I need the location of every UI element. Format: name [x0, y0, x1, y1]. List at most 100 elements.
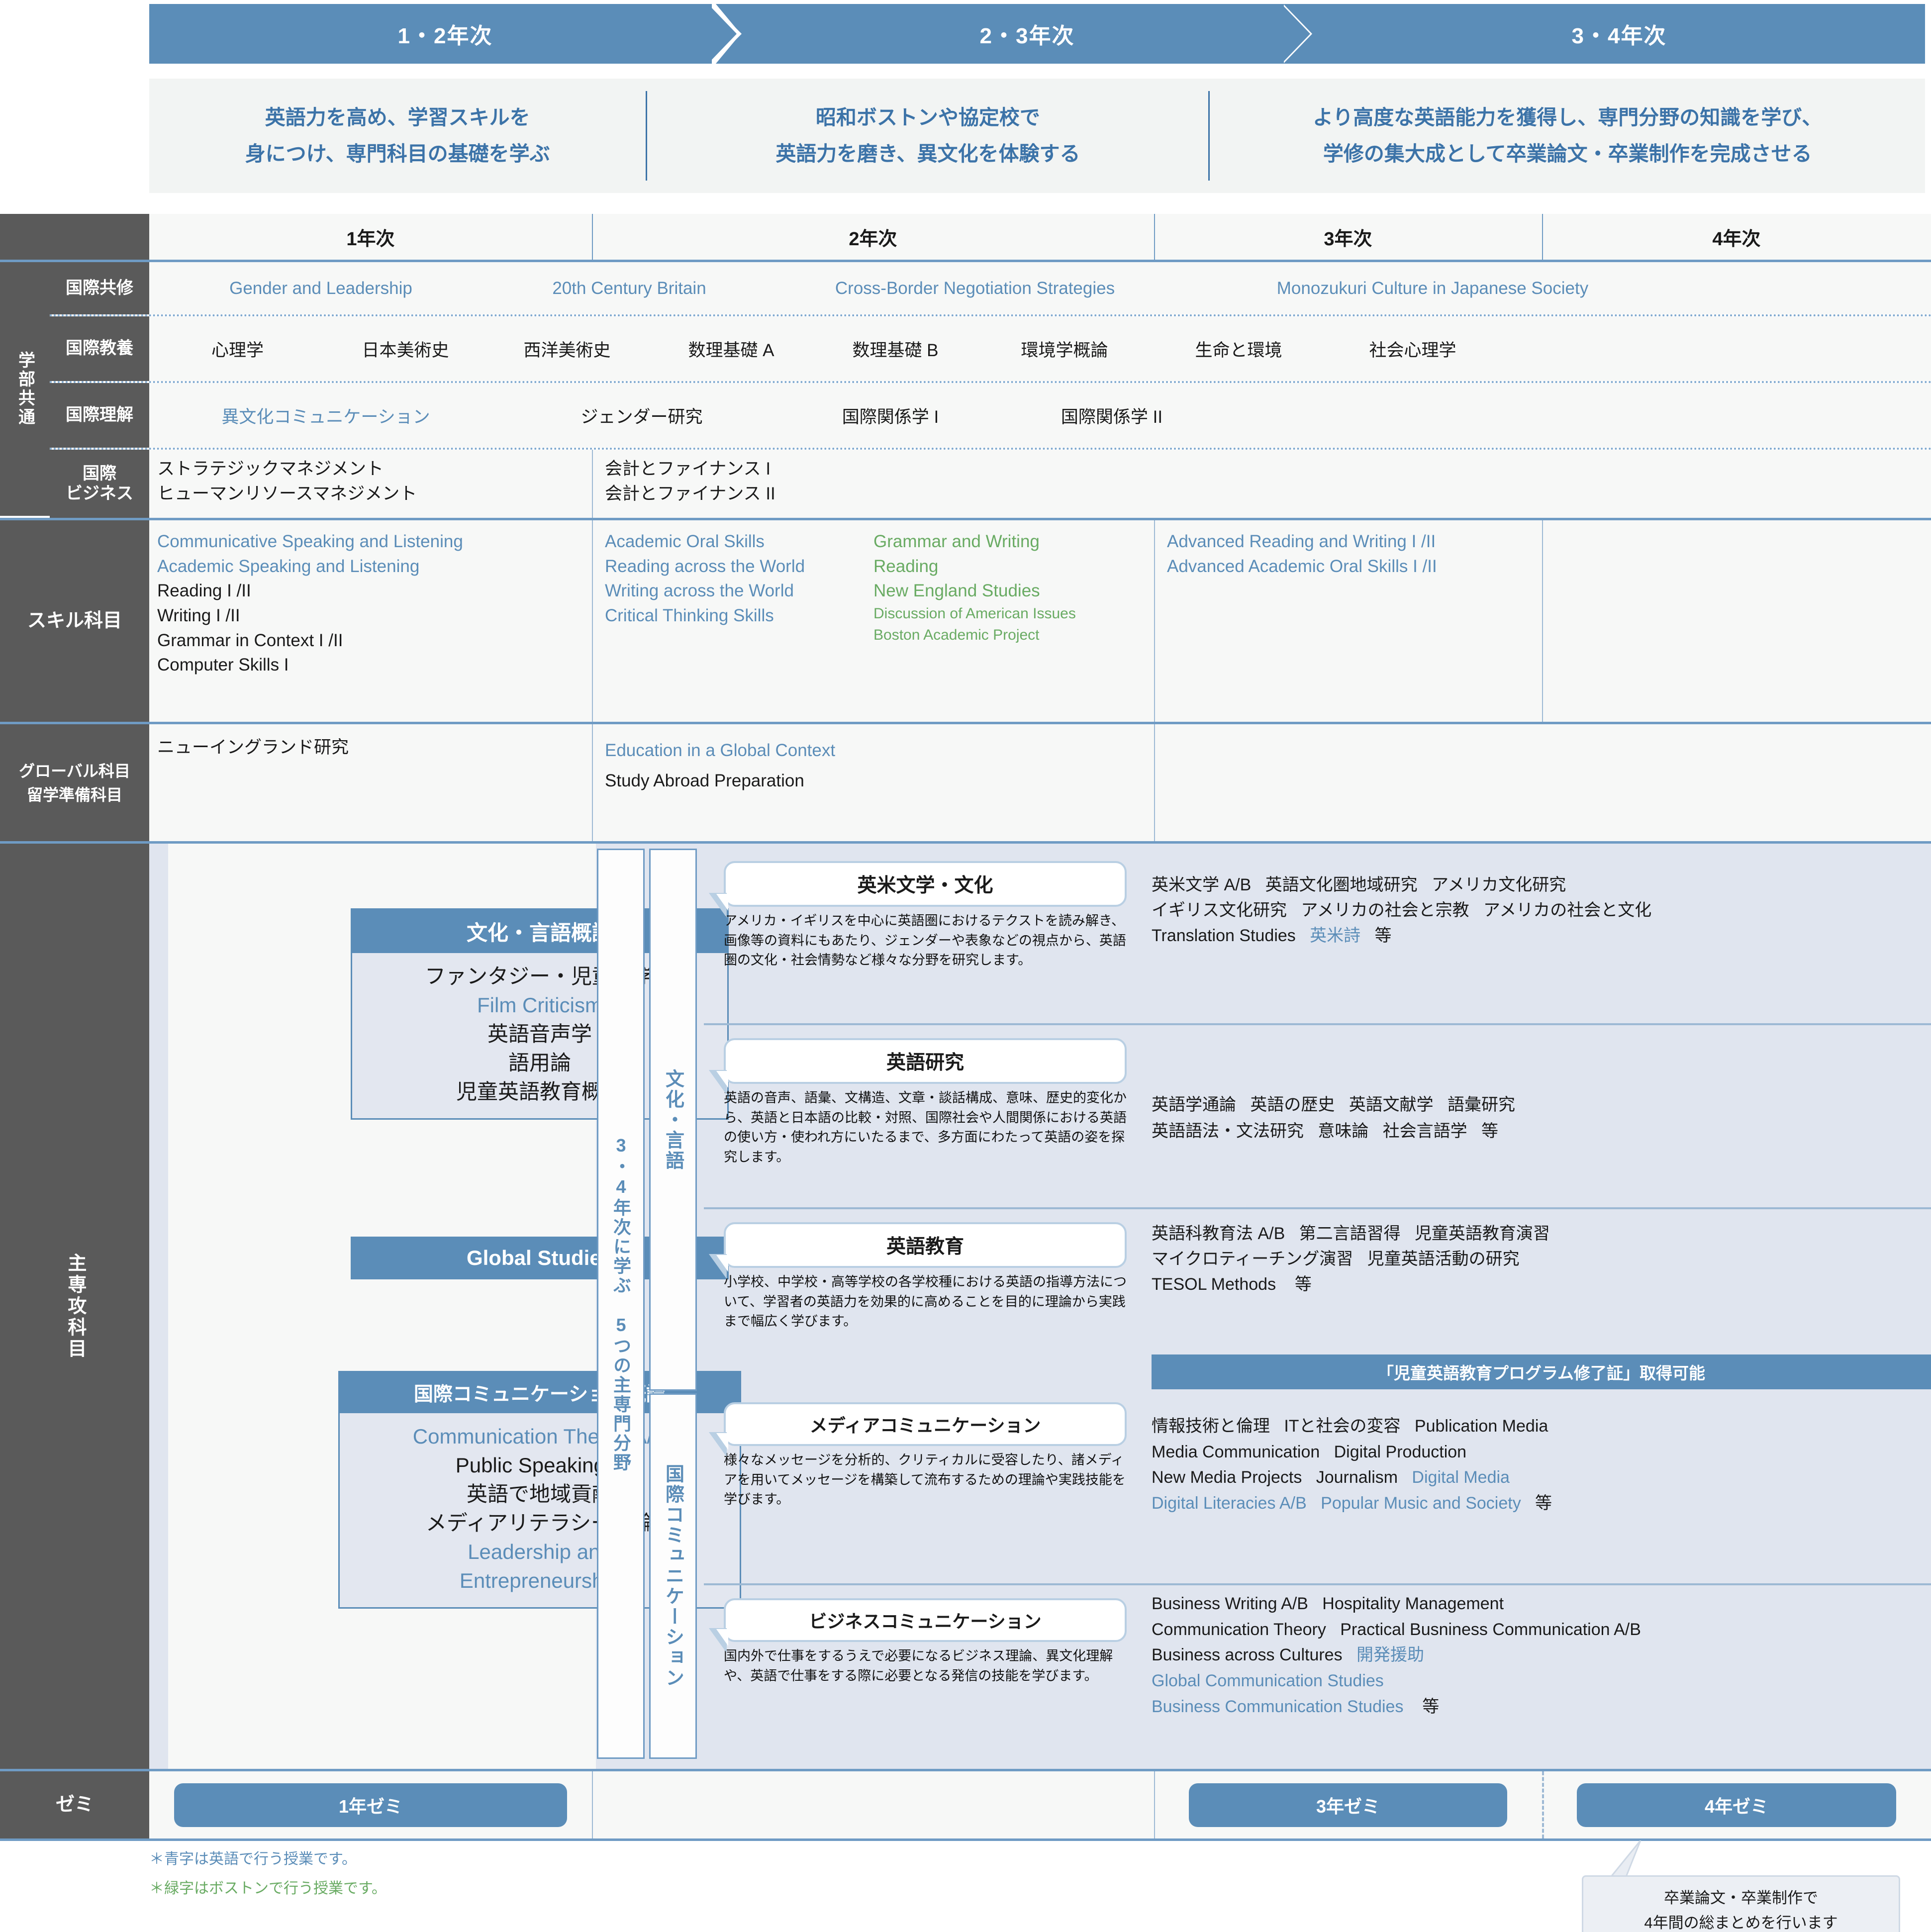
course-item: 数理基礎 A — [688, 340, 774, 360]
course-item: Practical Busniness Communication A/B — [1340, 1620, 1641, 1639]
course-item: Digital Literacies A/B — [1152, 1494, 1307, 1513]
course-line: 英米文学 A/B 英語文化圏地域研究 アメリカ文化研究 — [1152, 872, 1918, 898]
row-kokusai-rikai: 国際理解 異文化コミュニケーション ジェンダー研究 国際関係学 I 国際関係学 … — [50, 383, 1931, 448]
course-item: Publication Media — [1414, 1417, 1548, 1436]
course-item: Grammar in Context I /II — [157, 630, 343, 650]
course-item: Discussion of American Issues — [873, 605, 1076, 622]
course-item: 異文化コミュニケーション — [221, 407, 430, 427]
phase-goal-2: 昭和ボストンや協定校で 英語力を磨き、異文化を体験する — [647, 79, 1208, 193]
field-course-list: 英語科教育法 A/B 第二言語習得 児童英語教育演習 マイクロティーチング演習 … — [1152, 1221, 1918, 1297]
curriculum-table: 1年次 2年次 3年次 4年次 学部共通 国際共修 Gender and Lea… — [0, 214, 1931, 1841]
course-item: 情報技術と倫理 — [1152, 1417, 1270, 1436]
course-item: Popular Music and Society — [1321, 1494, 1521, 1513]
field-row-5: ビジネスコミュニケーション 国内外で仕事をするうえで必要になるビジネス理論、異文… — [704, 1587, 1931, 1766]
course-line: Business Communication Studies 等 — [1152, 1694, 1928, 1720]
field-description: アメリカ・イギリスを中心に英語圏におけるテクストを読み解き、画像等の資料にもあた… — [724, 913, 1126, 968]
field-bubble-title: メディアコミュニケーション — [709, 1402, 1127, 1457]
certificate-badge: 「児童英語教育プログラム修了証」取得可能 — [1152, 1354, 1931, 1389]
phase-goal-3: より高度な英語能力を獲得し、専門分野の知識を学び、 学修の集大成として卒業論文・… — [1210, 79, 1925, 193]
course-line: Business Writing A/B Hospitality Managem… — [1152, 1591, 1928, 1617]
course-item: Boston Academic Project — [873, 626, 1040, 643]
global-col-year4 — [1542, 724, 1931, 841]
vertical-label-intl-communication: 国際コミュニケーション — [649, 1393, 697, 1759]
zemi-block: ゼミ 1年ゼミ 3年ゼミ 4年ゼミ — [0, 1771, 1931, 1838]
year-header-4: 4年次 — [1712, 228, 1761, 250]
section-label-line: 留学準備科目 — [26, 785, 122, 804]
field-row-4: メディアコミュニケーション 様々なメッセージを分析的、クリティカルに受容したり、… — [704, 1391, 1931, 1585]
row-kokusai-business: 国際 ビジネス ストラテジックマネジメント ヒューマンリソースマネジメント 会計… — [50, 450, 1931, 518]
section-label-zemi: ゼミ — [0, 1771, 149, 1838]
course-item: Writing across the World — [605, 581, 794, 601]
course-item: マイクロティーチング演習 — [1152, 1250, 1353, 1268]
course-item: Academic Oral Skills — [605, 532, 765, 551]
course-line: Global Communication Studies — [1152, 1668, 1928, 1694]
field-bubble-title: 英語教育 — [709, 1222, 1127, 1279]
course-item: Global Communication Studies — [1152, 1671, 1384, 1691]
course-item: アメリカ文化研究 — [1431, 875, 1566, 894]
field-bubble-title: 英米文学・文化 — [709, 861, 1127, 918]
course-item: Monozukuri Culture in Japanese Society — [1276, 278, 1589, 298]
course-item: Reading I /II — [157, 581, 251, 601]
course-line: イギリス文化研究 アメリカの社会と宗教 アメリカの社会と文化 — [1152, 898, 1918, 923]
course-item: Business Communication Studies — [1152, 1697, 1404, 1716]
vertical-label-five-fields: 3・4年次に学ぶ 5つの主専門分野 — [597, 849, 645, 1759]
course-item: Advanced Academic Oral Skills I /II — [1167, 556, 1437, 576]
course-item: 20th Century Britain — [552, 278, 706, 298]
phase-chip-1: 1・2年次 — [149, 4, 742, 64]
course-line: 情報技術と倫理 ITと社会の変容 Publication Media — [1152, 1414, 1928, 1440]
field-description: 小学校、中学校・高等学校の各学校種における英語の指導方法について、学習者の英語力… — [724, 1274, 1127, 1329]
course-item: Education in a Global Context — [605, 741, 836, 760]
course-item: 意味論 — [1318, 1121, 1369, 1141]
course-line: New Media Projects Journalism Digital Me… — [1152, 1465, 1928, 1491]
phase-goal-row: 英語力を高め、学習スキルを 身につけ、専門科目の基礎を学ぶ 昭和ボストンや協定校… — [149, 79, 1925, 193]
zemi-pill-4[interactable]: 4年ゼミ — [1577, 1783, 1896, 1827]
course-group: 会計とファイナンス I 会計とファイナンス II — [592, 450, 1154, 518]
course-item: 生命と環境 — [1195, 340, 1282, 360]
zemi-cell-year1: 1年ゼミ — [149, 1783, 592, 1827]
vertical-label-culture-language: 文化・言語 — [649, 849, 697, 1391]
course-item: Advanced Reading and Writing I /II — [1167, 532, 1436, 551]
goal-line: 昭和ボストンや協定校で — [815, 105, 1040, 129]
course-line: Digital Literacies A/B Popular Music and… — [1152, 1491, 1928, 1517]
zemi-pill-1[interactable]: 1年ゼミ — [174, 1783, 567, 1827]
zemi-cell-year3: 3年ゼミ — [1154, 1783, 1542, 1827]
course-item: 英語学通論 — [1152, 1095, 1236, 1114]
global-block: グローバル科目 留学準備科目 ニューイングランド研究 Education in … — [0, 724, 1931, 841]
course-item: 会計とファイナンス I — [605, 459, 771, 479]
course-item: 英語の歴史 — [1250, 1095, 1335, 1114]
course-item: Computer Skills I — [157, 655, 289, 675]
chevron-right-icon — [712, 4, 742, 64]
phase-label-1: 1・2年次 — [397, 24, 493, 48]
course-item: Reading across the World — [605, 556, 805, 576]
course-line: Business across Cultures 開発援助 — [1152, 1642, 1928, 1668]
course-item: 英語科教育法 A/B — [1152, 1224, 1285, 1243]
course-item: 等 — [1422, 1697, 1440, 1716]
zemi-pill-3[interactable]: 3年ゼミ — [1189, 1783, 1507, 1827]
legend-note-green: ＊緑字はボストンで行う授業です。 — [149, 1880, 386, 1897]
goal-line: 英語力を高め、学習スキルを — [265, 105, 530, 129]
field-course-list: 情報技術と倫理 ITと社会の変容 Publication Media Media… — [1152, 1414, 1928, 1517]
course-line: Translation Studies 英米詩 等 — [1152, 923, 1918, 949]
course-item: 等 — [1481, 1121, 1499, 1141]
course-item: 国際関係学 II — [1061, 407, 1163, 427]
course-item: 等 — [1374, 926, 1392, 945]
course-item: Cross-Border Negotiation Strategies — [835, 278, 1115, 298]
course-item: Hospitality Management — [1322, 1594, 1504, 1613]
course-line: Communication Theory Practical Busniness… — [1152, 1617, 1928, 1643]
course-item: 英米文学 A/B — [1152, 875, 1252, 894]
course-item: Media Communication — [1152, 1442, 1320, 1461]
field-description: 様々なメッセージを分析的、クリティカルに受容したり、諸メディアを用いてメッセージ… — [724, 1452, 1126, 1507]
callout-line: 4年間の総まとめを行います — [1644, 1914, 1838, 1932]
graduation-callout: 卒業論文・卒業制作で 4年間の総まとめを行います — [1582, 1875, 1900, 1932]
course-item: Communication Theory — [1152, 1620, 1326, 1639]
skills-col-year3: Advanced Reading and Writing I /II Advan… — [1154, 520, 1542, 722]
course-item: Academic Speaking and Listening — [157, 556, 420, 576]
skills-col-year1: Communicative Speaking and Listening Aca… — [149, 520, 592, 722]
phase-chip-2: 2・3年次 — [741, 4, 1313, 64]
section-label-skills: スキル科目 — [0, 520, 149, 722]
year-header-1: 1年次 — [346, 228, 395, 250]
course-item: 等 — [1294, 1275, 1312, 1294]
goal-line: 身につけ、専門科目の基礎を学ぶ — [245, 142, 550, 165]
legend-note-blue: ＊青字は英語で行う授業です。 — [149, 1851, 357, 1867]
legend-notes: ＊青字は英語で行う授業です。 ＊緑字はボストンで行う授業です。 — [149, 1848, 386, 1900]
